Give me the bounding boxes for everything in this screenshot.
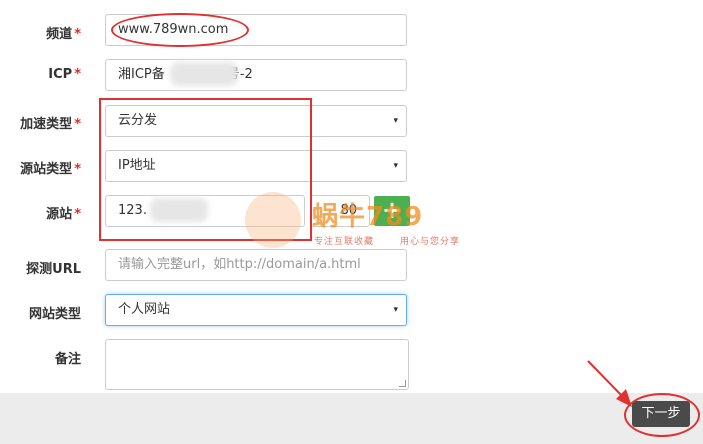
accel-type-label: 加速类型 * bbox=[20, 117, 81, 132]
arrow-annotation-icon bbox=[587, 360, 632, 407]
origin-type-label: 源站类型 * bbox=[20, 162, 81, 177]
icp-input[interactable]: 湘ICP备 号-2 bbox=[105, 59, 407, 91]
probe-url-input[interactable]: 请输入完整url，如http://domain/a.html bbox=[105, 249, 407, 281]
channel-highlight-ellipse bbox=[111, 13, 249, 47]
watermark-slogan-right: 用心与您分享 bbox=[400, 237, 461, 247]
chevron-down-icon: ▾ bbox=[393, 305, 398, 315]
site-type-label: 网站类型 bbox=[28, 307, 81, 322]
watermark-brand: 蜗牛789 bbox=[312, 202, 424, 232]
remark-label: 备注 bbox=[54, 352, 81, 367]
icp-redaction bbox=[170, 62, 238, 86]
resize-handle-icon[interactable] bbox=[399, 380, 406, 387]
chevron-down-icon: ▾ bbox=[393, 161, 398, 171]
watermark-logo bbox=[245, 192, 301, 248]
watermark-slogan-left: 专注互联收藏 bbox=[314, 237, 375, 247]
site-type-value: 个人网站 bbox=[118, 302, 171, 317]
origin-label: 源站 * bbox=[46, 207, 81, 222]
icp-label: ICP * bbox=[48, 67, 81, 82]
site-type-select[interactable]: 个人网站 ▾ bbox=[105, 294, 407, 326]
remark-textarea[interactable] bbox=[105, 339, 409, 390]
probe-url-placeholder: 请输入完整url，如http://domain/a.html bbox=[118, 257, 361, 272]
probe-url-label: 探测URL bbox=[26, 262, 81, 277]
icp-prefix: 湘ICP备 bbox=[118, 67, 165, 82]
chevron-down-icon: ▾ bbox=[393, 116, 398, 126]
channel-label: 频道 * bbox=[46, 27, 81, 42]
